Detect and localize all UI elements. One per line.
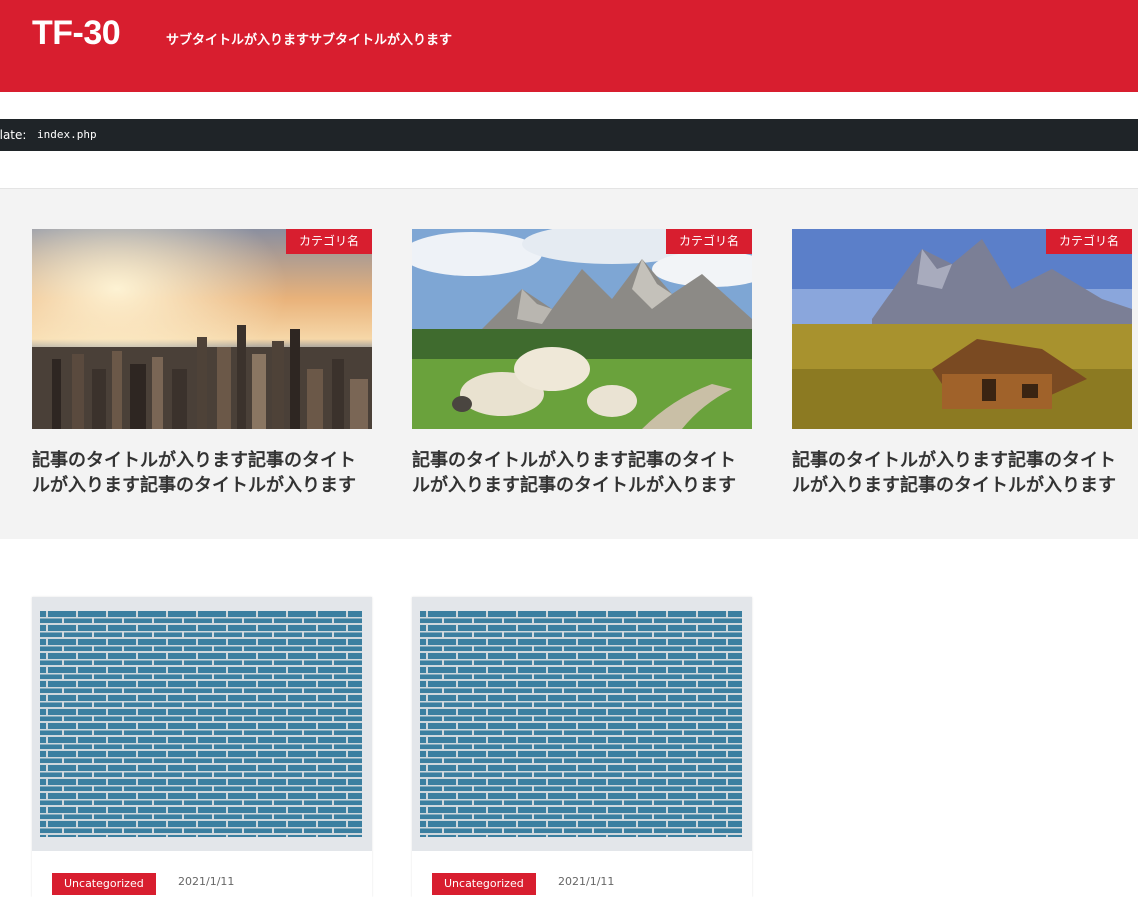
featured-card[interactable]: カテゴリ名 記事のタイトルが入ります記事のタイトルが入ります記事のタイトルが入り… xyxy=(32,229,372,498)
featured-title[interactable]: 記事のタイトルが入ります記事のタイトルが入ります記事のタイトルが入ります xyxy=(792,448,1132,498)
featured-thumbnail[interactable]: カテゴリ名 xyxy=(32,229,372,429)
featured-section: カテゴリ名 記事のタイトルが入ります記事のタイトルが入ります記事のタイトルが入り… xyxy=(0,189,1138,539)
template-label: plate: xyxy=(0,128,27,142)
post-thumbnail[interactable] xyxy=(412,597,752,851)
featured-thumbnail[interactable]: カテゴリ名 xyxy=(792,229,1132,429)
blue-brick-wall-image xyxy=(32,597,372,851)
category-badge[interactable]: カテゴリ名 xyxy=(285,229,372,254)
post-thumbnail[interactable] xyxy=(32,597,372,851)
featured-card[interactable]: カテゴリ名 記事のタイトルが入ります記事のタイトルが入ります記事のタイトルが入り… xyxy=(792,229,1132,498)
city-skyline-image xyxy=(32,229,372,429)
category-badge[interactable]: カテゴリ名 xyxy=(1045,229,1132,254)
post-category-tag[interactable]: Uncategorized xyxy=(432,873,536,895)
post-card[interactable]: Uncategorized 2021/1/11 xyxy=(412,597,752,897)
site-header: TF-30 サブタイトルが入りますサブタイトルが入ります xyxy=(0,0,1138,92)
featured-title[interactable]: 記事のタイトルが入ります記事のタイトルが入ります記事のタイトルが入ります xyxy=(412,448,752,498)
featured-title[interactable]: 記事のタイトルが入ります記事のタイトルが入ります記事のタイトルが入ります xyxy=(32,448,372,498)
sheep-mountains-image xyxy=(412,229,752,429)
blue-brick-wall-image xyxy=(412,597,752,851)
category-badge[interactable]: カテゴリ名 xyxy=(665,229,752,254)
template-debug-bar: plate: index.php xyxy=(0,119,1138,151)
post-card[interactable]: Uncategorized 2021/1/11 xyxy=(32,597,372,897)
mountain-cabin-image xyxy=(792,229,1132,429)
post-category-tag[interactable]: Uncategorized xyxy=(52,873,156,895)
featured-thumbnail[interactable]: カテゴリ名 xyxy=(412,229,752,429)
featured-card[interactable]: カテゴリ名 記事のタイトルが入ります記事のタイトルが入ります記事のタイトルが入り… xyxy=(412,229,752,498)
site-subtitle: サブタイトルが入りますサブタイトルが入ります xyxy=(166,33,453,48)
site-title[interactable]: TF-30 xyxy=(32,14,121,53)
template-file: index.php xyxy=(37,128,97,141)
